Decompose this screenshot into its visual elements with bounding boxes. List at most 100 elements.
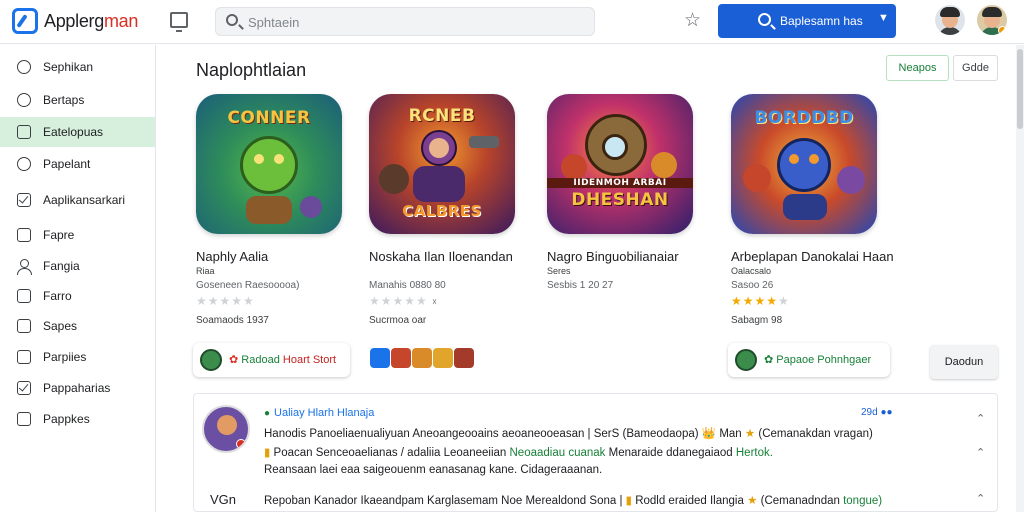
chat-icon	[17, 93, 31, 107]
list-icon	[17, 319, 31, 333]
search-input[interactable]	[248, 12, 578, 32]
app-thumbnail[interactable]: BORDDBD	[731, 94, 877, 234]
avatar	[200, 349, 222, 371]
sidebar-item[interactable]: Eatelopuas	[0, 117, 155, 147]
thumbnail-title: RCNEB	[408, 106, 476, 126]
app-mini-icon[interactable]	[370, 348, 390, 368]
document-icon	[17, 228, 31, 242]
checkbox-icon	[17, 381, 31, 395]
app-card[interactable]: BORDDBD Arbeplapan Danokalai Haan Oalacs…	[731, 94, 901, 334]
app-logo-icon[interactable]	[12, 8, 38, 34]
share-icon	[17, 350, 31, 364]
review-text: Repoban Kanador Ikaeandpam Karglasemam N…	[264, 495, 883, 507]
top-bar: Applergman ☆ Baplesamn has ▼	[0, 0, 1024, 44]
sidebar-item[interactable]: Pappaharias	[0, 373, 155, 403]
sidebar: Sephikan Bertaps Eatelopuas Papelant Aap…	[0, 45, 156, 512]
favorite-star-icon[interactable]: ☆	[684, 10, 701, 32]
app-developer: Seres	[547, 266, 571, 276]
check-square-icon	[17, 193, 31, 207]
app-meta: Goseneen Raesooooa)	[196, 280, 300, 291]
person-icon	[17, 259, 32, 275]
scrollbar[interactable]	[1016, 45, 1024, 512]
sidebar-item[interactable]: Aaplikansarkari	[0, 185, 155, 215]
app-name[interactable]: Arbeplapan Danokalai Haan	[731, 249, 894, 264]
list-icon	[17, 289, 31, 303]
list-icon	[17, 412, 31, 426]
app-name[interactable]: Naphly Aalia	[196, 249, 268, 264]
app-card[interactable]: CONNER Naphly Aalia Riaa Goseneen Raesoo…	[196, 94, 366, 334]
search-apps-button[interactable]: Baplesamn has ▼	[718, 4, 896, 38]
pill-label: ✿ Radoad Hoart Stort	[229, 354, 337, 366]
sidebar-item[interactable]: Parpiies	[0, 342, 155, 372]
sidebar-item[interactable]: Fangia	[0, 251, 155, 281]
sidebar-item[interactable]: Pappkes	[0, 404, 155, 434]
sidebar-item[interactable]: Fapre	[0, 220, 155, 250]
review-count: Soamaods 1937	[196, 315, 269, 326]
search-icon	[226, 14, 238, 26]
filter-button[interactable]: Neapos	[886, 55, 949, 81]
app-card[interactable]: RCNEB CALBRES Noskaha Ilan Iloenandan Ma…	[369, 94, 539, 334]
search-bar[interactable]	[215, 7, 595, 36]
circle-icon	[17, 60, 31, 74]
app-card[interactable]: IIDENMOH ARBAI DHESHAN Nagro Binguobilia…	[547, 94, 717, 334]
chevron-up-icon[interactable]: ⌃	[976, 412, 985, 425]
tablet-icon[interactable]	[170, 12, 188, 32]
app-meta: Sesbis 1 20 27	[547, 280, 614, 291]
star-rating: ★★★★★	[196, 294, 255, 308]
section-title: Naplophtlaian	[196, 60, 307, 80]
search-icon	[758, 13, 771, 26]
sidebar-item[interactable]: Papelant	[0, 149, 155, 179]
app-thumbnail[interactable]: RCNEB CALBRES	[369, 94, 515, 234]
review-author[interactable]: Ualiay Hlarh Hlanaja	[264, 407, 374, 419]
bubble-icon	[17, 157, 31, 171]
app-meta: Manahis 0880 80	[369, 280, 446, 291]
app-thumbnail[interactable]: CONNER	[196, 94, 342, 234]
star-rating: ★★★★★	[731, 294, 790, 308]
mini-icon-row	[370, 348, 475, 370]
notification-badge	[998, 26, 1007, 35]
app-meta: Sasoo 26	[731, 280, 774, 291]
chevron-down-icon[interactable]: ▼	[878, 12, 889, 24]
status-badge	[236, 439, 246, 449]
app-mini-icon[interactable]	[412, 348, 432, 368]
thumbnail-subtitle: DHESHAN	[571, 190, 669, 210]
review-panel: Ualiay Hlarh Hlanaja 29d ●● Hanodis Pano…	[193, 393, 998, 512]
sidebar-item[interactable]: Sephikan	[0, 52, 155, 82]
review-text: ▮ Poacan Senceoaelianas / adaliia Leoane…	[264, 447, 773, 459]
avatar	[735, 349, 757, 371]
action-pill[interactable]: ✿ Papaoe Pohnhgaer	[728, 343, 890, 377]
review-count: Sabagm 98	[731, 315, 783, 326]
star-rating: ★★★★★ ☓	[369, 294, 438, 308]
action-pill[interactable]: ✿ Radoad Hoart Stort	[193, 343, 350, 377]
thumbnail-subtitle: CALBRES	[402, 202, 482, 220]
dismiss-button[interactable]: Daodun	[930, 345, 998, 379]
review-label: VGn	[210, 492, 237, 507]
app-mini-icon[interactable]	[433, 348, 453, 368]
thumbnail-title: CONNER	[227, 108, 311, 128]
pill-label: ✿ Papaoe Pohnhgaer	[764, 354, 872, 366]
review-time: 29d ●●	[861, 407, 893, 418]
search-apps-label: Baplesamn has	[780, 14, 863, 28]
sidebar-item[interactable]: Farro	[0, 281, 155, 311]
app-name[interactable]: Nagro Binguobilianaiar	[547, 249, 679, 264]
sidebar-item[interactable]: Sapes	[0, 311, 155, 341]
review-text: Reansaan laei eaa saigeouenm eanasanag k…	[264, 464, 603, 476]
app-mini-icon[interactable]	[391, 348, 411, 368]
review-text: Hanodis Panoeliaenualiyuan Aneoangeooain…	[264, 428, 873, 440]
app-thumbnail[interactable]: IIDENMOH ARBAI DHESHAN	[547, 94, 693, 234]
chevron-up-icon[interactable]: ⌃	[976, 492, 985, 505]
avatar[interactable]	[935, 5, 965, 35]
chevron-up-icon[interactable]: ⌃	[976, 446, 985, 459]
thumbnail-title: BORDDBD	[754, 108, 854, 128]
avatar[interactable]	[977, 5, 1007, 35]
scrollbar-thumb[interactable]	[1017, 49, 1023, 129]
app-name[interactable]: Noskaha Ilan Iloenandan	[369, 249, 513, 264]
image-icon	[17, 125, 31, 139]
sidebar-item[interactable]: Bertaps	[0, 85, 155, 115]
more-button[interactable]: Gdde	[953, 55, 998, 81]
app-developer: Riaa	[196, 266, 215, 276]
review-count: Sucrmoa oar	[369, 315, 427, 326]
app-mini-icon[interactable]	[454, 348, 474, 368]
avatar[interactable]	[202, 405, 250, 453]
app-name: Applergman	[44, 11, 139, 31]
